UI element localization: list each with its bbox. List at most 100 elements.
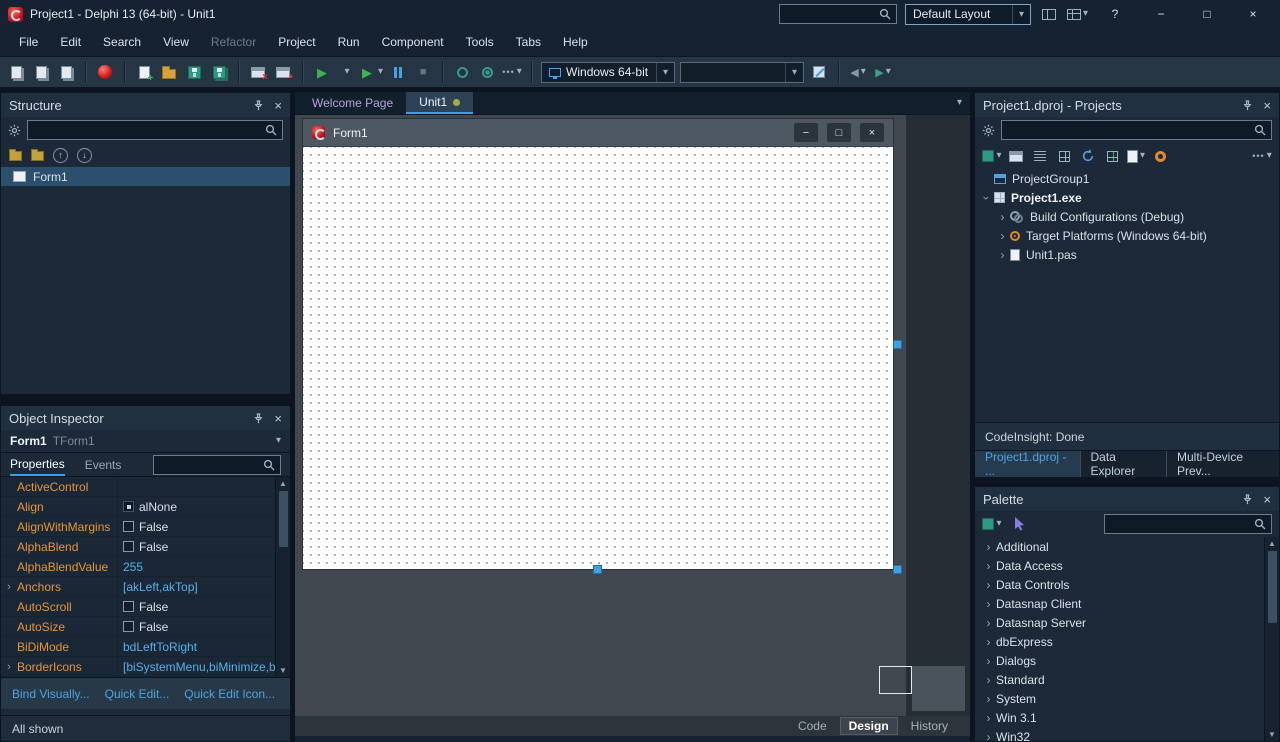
tab-properties[interactable]: Properties xyxy=(10,453,65,476)
run-button[interactable]: ▶ xyxy=(312,61,332,83)
pin-icon[interactable] xyxy=(253,100,264,111)
close-button[interactable]: × xyxy=(1234,2,1272,26)
resize-handle-right[interactable] xyxy=(893,340,902,349)
view-tab-code[interactable]: Code xyxy=(790,718,835,734)
scroll-up-icon[interactable]: ▲ xyxy=(1268,537,1276,550)
form-minimize-button[interactable]: − xyxy=(794,123,818,142)
run-without-debugging-button[interactable]: ▶▾ xyxy=(362,61,383,83)
projects-search[interactable] xyxy=(1001,120,1272,140)
gear-icon[interactable] xyxy=(8,124,21,137)
close-file-button[interactable] xyxy=(248,61,268,83)
link-quick-edit-icon[interactable]: Quick Edit Icon... xyxy=(184,687,275,701)
minimize-button[interactable]: − xyxy=(1142,2,1180,26)
pin-icon[interactable] xyxy=(253,413,264,424)
menu-item-help[interactable]: Help xyxy=(552,28,599,56)
projects-search-input[interactable] xyxy=(1007,123,1250,137)
property-value[interactable]: 255 xyxy=(118,557,275,576)
property-value[interactable]: bdLeftToRight xyxy=(118,637,275,656)
debug-more-button[interactable]: •••▾ xyxy=(502,61,522,83)
form-client-area[interactable] xyxy=(303,147,893,569)
titlebar-search-input[interactable] xyxy=(785,7,875,21)
pin-icon[interactable] xyxy=(1242,494,1253,505)
menu-item-refactor[interactable]: Refactor xyxy=(200,28,267,56)
object-selector[interactable]: Form1 TForm1 ▾ xyxy=(1,430,290,453)
project-node-project1-exe[interactable]: ›Project1.exe xyxy=(975,188,1279,207)
chevron-down-icon[interactable]: ▾ xyxy=(276,436,281,446)
palette-search[interactable] xyxy=(1104,514,1272,534)
layout-select[interactable]: Default Layout ▾ xyxy=(905,4,1031,25)
palette-scrollbar[interactable]: ▲ ▼ xyxy=(1264,537,1279,741)
form-designer[interactable]: Form1 − □ × xyxy=(295,114,970,716)
help-button[interactable]: ? xyxy=(1096,2,1134,26)
property-row-anchors[interactable]: ›Anchors[akLeft,akTop] xyxy=(1,577,290,597)
scroll-up-icon[interactable]: ▲ xyxy=(279,477,287,490)
checkbox-icon[interactable] xyxy=(123,541,134,552)
scroll-down-icon[interactable]: ▼ xyxy=(279,664,287,677)
add-item-button[interactable] xyxy=(1102,145,1122,167)
step-over-button[interactable] xyxy=(477,61,497,83)
inspector-search[interactable] xyxy=(153,455,281,475)
navigate-back-button[interactable]: ◀▾ xyxy=(848,61,868,83)
run-options-button[interactable]: ▾ xyxy=(337,61,357,83)
component-mode-button[interactable]: ▾ xyxy=(982,513,1002,535)
palette-category-win-3-1[interactable]: ›Win 3.1 xyxy=(975,708,1279,727)
expand-chevron-icon[interactable]: › xyxy=(1,661,17,673)
chevron-icon[interactable]: › xyxy=(995,230,1010,242)
chevron-down-icon[interactable]: ▾ xyxy=(785,63,803,82)
selection-pointer-button[interactable] xyxy=(1009,513,1029,535)
palette-category-win32[interactable]: ›Win32 xyxy=(975,727,1279,741)
form-titlebar[interactable]: Form1 − □ × xyxy=(303,119,893,147)
property-row-alignwithmargins[interactable]: AlignWithMarginsFalse xyxy=(1,517,290,537)
bottom-tab-data-explorer[interactable]: Data Explorer xyxy=(1080,451,1166,477)
target-button[interactable] xyxy=(1150,145,1170,167)
property-row-bidimode[interactable]: BiDiModebdLeftToRight xyxy=(1,637,290,657)
target-platform-select[interactable]: Windows 64-bit ▾ xyxy=(541,62,675,83)
move-up-icon[interactable]: ↑ xyxy=(53,148,68,163)
menu-item-file[interactable]: File xyxy=(8,28,49,56)
maximize-button[interactable]: □ xyxy=(1188,2,1226,26)
property-row-autoscroll[interactable]: AutoScrollFalse xyxy=(1,597,290,617)
property-value[interactable]: False xyxy=(118,517,275,536)
structure-search-input[interactable] xyxy=(33,123,261,137)
scroll-down-icon[interactable]: ▼ xyxy=(1268,728,1276,741)
project-options-button[interactable] xyxy=(809,61,829,83)
stop-button[interactable]: ■ xyxy=(413,61,433,83)
bottom-tab-multi-device-prev[interactable]: Multi-Device Prev... xyxy=(1166,451,1279,477)
palette-category-datasnap-server[interactable]: ›Datasnap Server xyxy=(975,613,1279,632)
editor-tab-unit1[interactable]: Unit1 xyxy=(406,92,473,114)
link-bind-visually[interactable]: Bind Visually... xyxy=(12,687,90,701)
property-value[interactable]: alNone xyxy=(118,497,275,516)
form-maximize-button[interactable]: □ xyxy=(827,123,851,142)
bottom-tab-project1-dproj[interactable]: Project1.dproj - ... xyxy=(975,451,1080,477)
property-row-bordericons[interactable]: ›BorderIcons[biSystemMenu,biMinimize,biM xyxy=(1,657,290,677)
new-items-button[interactable] xyxy=(6,61,26,83)
inspector-scrollbar[interactable]: ▲ ▼ xyxy=(275,477,290,677)
add-file-button[interactable] xyxy=(31,61,51,83)
project-node-unit1-pas[interactable]: ›Unit1.pas xyxy=(975,245,1279,264)
palette-category-dbexpress[interactable]: ›dbExpress xyxy=(975,632,1279,651)
gear-icon[interactable] xyxy=(982,124,995,137)
close-panel-icon[interactable]: × xyxy=(1263,99,1271,112)
project-node-build-configurations-debug[interactable]: ›Build Configurations (Debug) xyxy=(975,207,1279,226)
new-file-button[interactable]: ▾ xyxy=(1126,145,1146,167)
show-windows-button[interactable] xyxy=(1006,145,1026,167)
sort-list-button[interactable] xyxy=(1030,145,1050,167)
save-all-button[interactable] xyxy=(209,61,229,83)
help-insight-button[interactable] xyxy=(95,61,115,83)
palette-category-dialogs[interactable]: ›Dialogs xyxy=(975,651,1279,670)
expand-all-icon[interactable] xyxy=(9,151,22,161)
property-value[interactable]: False xyxy=(118,617,275,636)
chevron-down-icon[interactable]: ▾ xyxy=(656,63,674,82)
checkbox-icon[interactable] xyxy=(123,601,134,612)
expand-chevron-icon[interactable]: › xyxy=(1,581,17,593)
property-value[interactable]: False xyxy=(118,537,275,556)
checkbox-icon[interactable] xyxy=(123,521,134,532)
menu-item-tabs[interactable]: Tabs xyxy=(505,28,552,56)
collapse-all-icon[interactable] xyxy=(31,151,44,161)
property-value[interactable] xyxy=(118,477,275,496)
chevron-icon[interactable]: › xyxy=(981,190,993,205)
menu-item-edit[interactable]: Edit xyxy=(49,28,92,56)
structure-node-form1[interactable]: Form1 xyxy=(1,167,290,186)
property-row-activecontrol[interactable]: ActiveControl xyxy=(1,477,290,497)
view-grid-button[interactable] xyxy=(1054,145,1074,167)
